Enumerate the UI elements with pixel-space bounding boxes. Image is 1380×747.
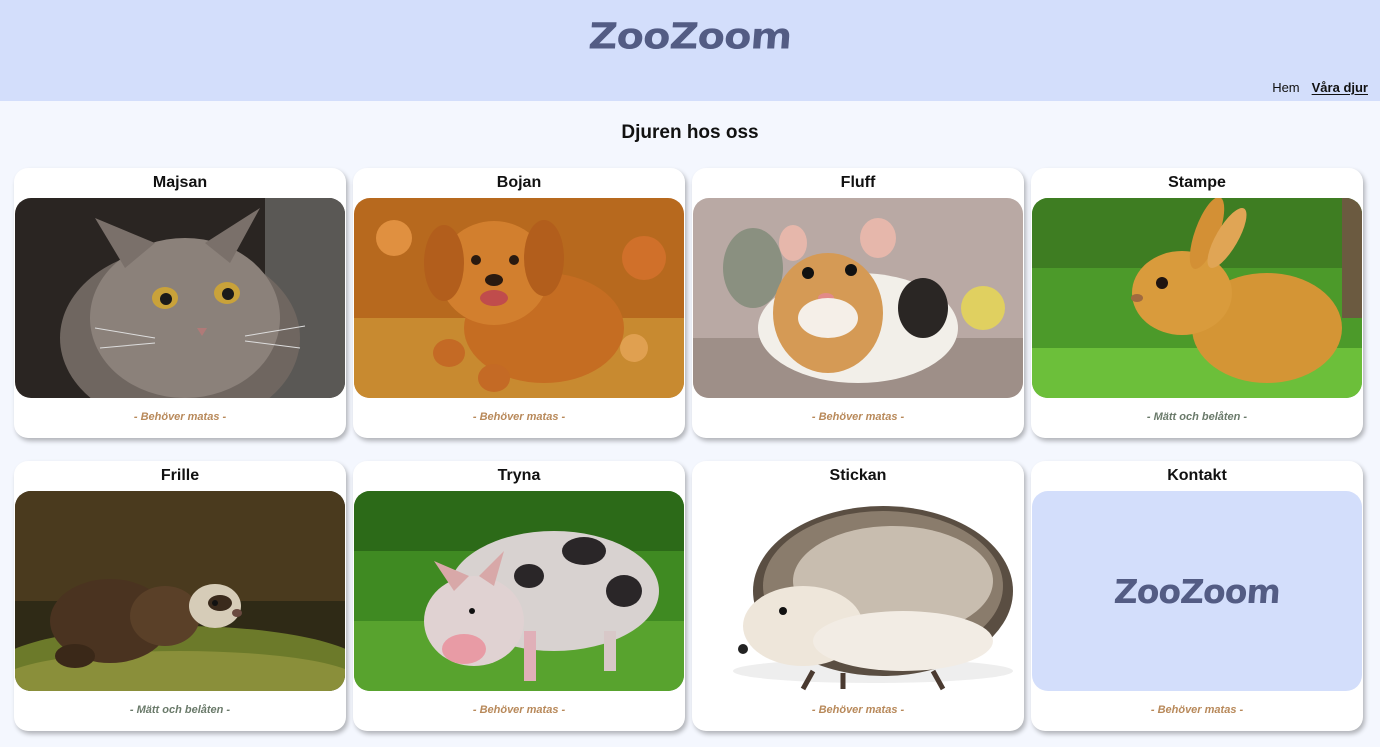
contact-logo: ZooZoom [1112, 571, 1282, 611]
nav-link-animals[interactable]: Våra djur [1312, 80, 1368, 95]
contact-logo-panel: ZooZoom [1032, 491, 1362, 691]
animal-card-frille[interactable]: Frille - Mätt och belåten - [14, 461, 346, 731]
card-title: Kontakt [1167, 467, 1227, 484]
ferret-photo [15, 491, 345, 691]
animal-card-fluff[interactable]: Fluff - Behöver matas - [692, 168, 1024, 438]
site-header: ZooZoom Hem Våra djur [0, 0, 1380, 101]
pig-photo [354, 491, 684, 691]
animal-card-majsan[interactable]: Majsan - Behöver matas - [14, 168, 346, 438]
hedgehog-photo [693, 491, 1023, 691]
animal-card-tryna[interactable]: Tryna - Behöver matas - [353, 461, 685, 731]
contact-card[interactable]: Kontakt ZooZoom - Behöver matas - [1031, 461, 1363, 731]
feeding-status: - Mätt och belåten - [1146, 411, 1248, 423]
page-title: Djuren hos oss [621, 122, 759, 143]
card-title: Majsan [152, 174, 208, 191]
card-title: Stampe [1168, 174, 1226, 191]
animal-card-stampe[interactable]: Stampe - Mätt och belåten - [1031, 168, 1363, 438]
card-title: Stickan [829, 467, 887, 484]
animal-card-stickan[interactable]: Stickan - Behöver matas - [692, 461, 1024, 731]
rabbit-photo [1032, 198, 1362, 398]
site-logo[interactable]: ZooZoom [0, 16, 1380, 57]
hamster-photo [693, 198, 1023, 398]
dog-photo [354, 198, 684, 398]
feeding-status: - Behöver matas - [472, 704, 566, 716]
feeding-status: - Behöver matas - [811, 704, 905, 716]
feeding-status: - Behöver matas - [1150, 704, 1244, 716]
nav-link-home[interactable]: Hem [1272, 80, 1299, 95]
cat-photo [15, 198, 345, 398]
card-title: Fluff [840, 174, 876, 191]
feeding-status: - Mätt och belåten - [129, 704, 231, 716]
feeding-status: - Behöver matas - [472, 411, 566, 423]
card-title: Bojan [496, 174, 542, 191]
animal-card-bojan[interactable]: Bojan - Behöver matas - [353, 168, 685, 438]
card-title: Frille [160, 467, 200, 484]
feeding-status: - Behöver matas - [133, 411, 227, 423]
card-title: Tryna [497, 467, 541, 484]
main-nav: Hem Våra djur [1272, 80, 1368, 95]
feeding-status: - Behöver matas - [811, 411, 905, 423]
